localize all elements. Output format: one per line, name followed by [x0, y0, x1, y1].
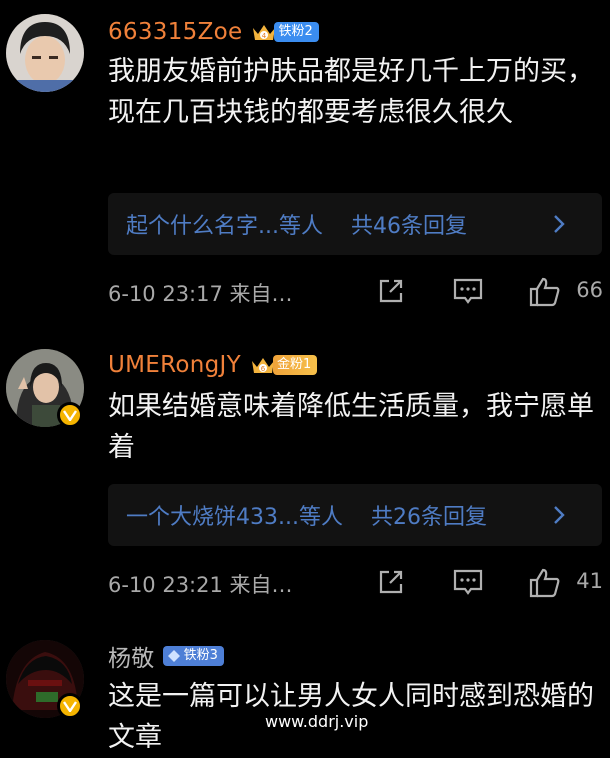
comment-text: 如果结婚意味着降低生活质量，我宁愿单着	[108, 391, 594, 463]
avatar[interactable]	[6, 14, 84, 92]
replies-preview[interactable]: 一个大烧饼433...等人 共26条回复	[108, 484, 602, 546]
replies-preview[interactable]: 起个什么名字...等人 共46条回复	[108, 193, 602, 255]
fan-level: 金粉1	[272, 355, 318, 375]
username[interactable]: 杨敬	[108, 639, 155, 673]
watermark: www.ddrj.vip	[262, 712, 372, 731]
comment-icon[interactable]	[452, 276, 484, 306]
svg-text:4: 4	[262, 32, 267, 40]
reply-authors: 一个大烧饼433...等人	[126, 505, 343, 530]
svg-text:6: 6	[261, 365, 266, 373]
fan-badge: 4 铁粉2	[250, 20, 319, 44]
verified-icon	[63, 701, 77, 712]
comment-time: 6-10 23:21 来自…	[108, 573, 293, 597]
username[interactable]: UMERongJY	[108, 352, 241, 378]
share-icon[interactable]	[376, 276, 406, 306]
reply-count: 共46条回复	[350, 214, 467, 239]
chevron-right-icon	[554, 215, 565, 233]
fan-badge: 6 金粉1	[249, 353, 318, 377]
fan-level-tag: 铁粉3	[162, 646, 224, 666]
diamond-icon	[167, 650, 180, 662]
verified-badge	[57, 402, 83, 428]
comment-icon[interactable]	[452, 567, 484, 597]
verified-icon	[63, 410, 77, 421]
like-icon[interactable]	[528, 567, 562, 599]
comment-text: 我朋友婚前护肤品都是好几千上万的买，现在几百块钱的都要考虑很久很久	[108, 56, 594, 128]
avatar-image	[6, 14, 84, 92]
comment-time: 6-10 23:17 来自…	[108, 282, 293, 306]
fan-level: 铁粉2	[274, 22, 319, 42]
fan-badge: 铁粉3	[162, 644, 224, 668]
like-count: 66	[576, 278, 603, 302]
like-icon[interactable]	[528, 276, 562, 308]
like-count: 41	[576, 569, 603, 593]
reply-authors: 起个什么名字...等人	[126, 214, 323, 239]
username[interactable]: 663315Zoe	[108, 19, 242, 45]
share-icon[interactable]	[376, 567, 406, 597]
verified-badge	[57, 693, 83, 719]
fan-level: 铁粉3	[183, 648, 218, 663]
reply-count: 共26条回复	[370, 505, 487, 530]
chevron-right-icon	[554, 506, 565, 524]
